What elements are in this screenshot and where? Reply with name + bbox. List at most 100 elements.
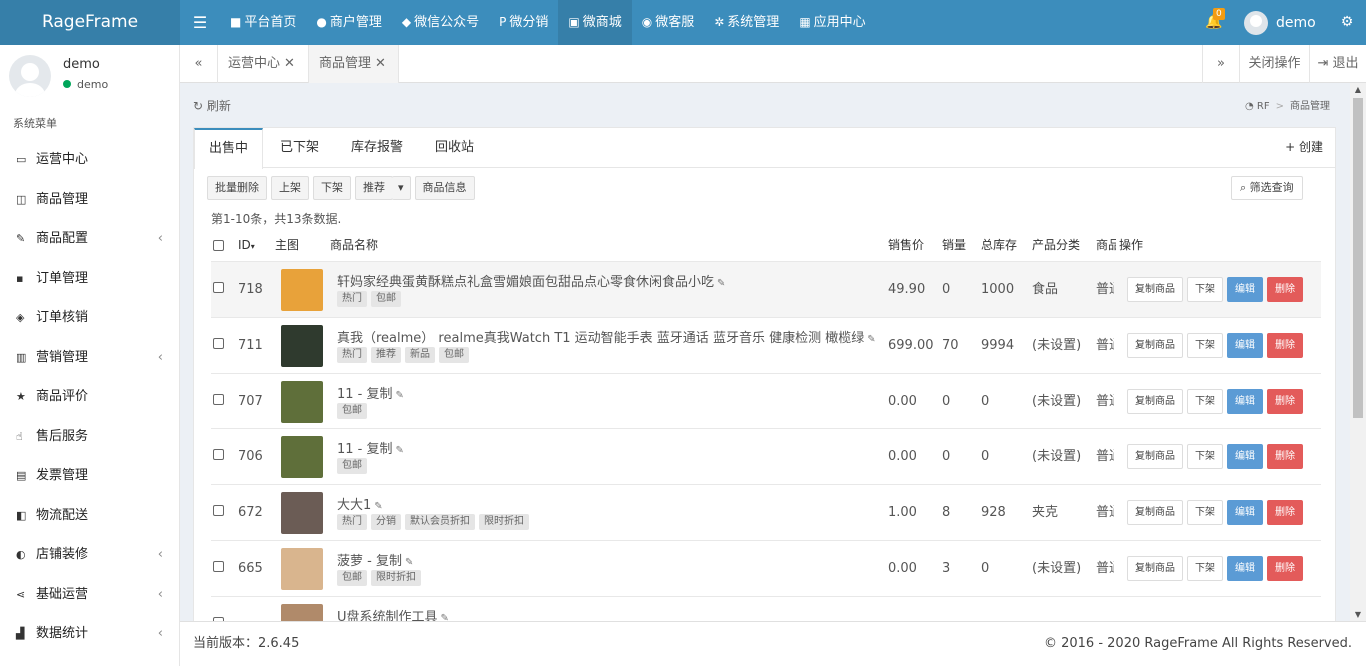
delete-button[interactable]: 删除: [1267, 555, 1303, 581]
breadcrumb-root[interactable]: RF: [1257, 101, 1270, 112]
edit-icon[interactable]: ✎: [396, 390, 404, 401]
edit-button[interactable]: 编辑: [1227, 277, 1263, 302]
scrollbar[interactable]: ▲ ▼: [1350, 83, 1366, 621]
create-button[interactable]: + 创建: [1285, 128, 1323, 166]
sidebar-item-4[interactable]: ◈ 订单核销: [0, 298, 179, 338]
row-checkbox[interactable]: [213, 318, 224, 373]
delete-button[interactable]: 删除: [1267, 444, 1303, 470]
select-all-checkbox[interactable]: [213, 240, 224, 253]
nav-item-3[interactable]: P 微分销: [489, 0, 558, 45]
bell-icon[interactable]: 🔔: [1200, 0, 1228, 45]
nav-item-5[interactable]: ◉ 微客服: [632, 0, 705, 45]
scroll-down-icon[interactable]: ▼: [1350, 610, 1366, 619]
close-icon[interactable]: ✕: [284, 56, 295, 71]
edit-button[interactable]: 编辑: [1227, 555, 1263, 581]
recommend-button[interactable]: 推荐: [355, 176, 393, 200]
scroll-up-icon[interactable]: ▲: [1350, 85, 1366, 94]
close-icon[interactable]: ✕: [375, 56, 386, 71]
nav-item-2[interactable]: ◆ 微信公众号: [392, 0, 489, 45]
take-off-shelf-button[interactable]: 下架: [1187, 444, 1223, 470]
product-name[interactable]: 轩妈家经典蛋黄酥糕点礼盒雪媚娘面包甜品点心零食休闲食品小吃 ✎: [337, 271, 725, 290]
recommend-dropdown-caret[interactable]: ▾: [392, 176, 411, 200]
product-name[interactable]: U盘系统制作工具 ✎: [337, 606, 449, 621]
sidebar-item-9[interactable]: ◧ 物流配送: [0, 496, 179, 536]
edit-button[interactable]: 编辑: [1227, 444, 1263, 470]
sidebar-item-10[interactable]: ◐ 店铺装修 ‹: [0, 535, 179, 575]
refresh-button[interactable]: ↻ 刷新: [193, 97, 231, 114]
copy-product-button[interactable]: 复制商品: [1127, 555, 1183, 581]
product-name[interactable]: 11 - 复制 ✎: [337, 383, 404, 402]
row-checkbox[interactable]: [213, 597, 224, 621]
nav-item-6[interactable]: ✲ 系统管理: [704, 0, 789, 45]
edit-button[interactable]: 编辑: [1227, 500, 1263, 526]
scrollbar-thumb[interactable]: [1353, 98, 1363, 418]
copy-product-button[interactable]: 复制商品: [1127, 388, 1183, 414]
batch-delete-button[interactable]: 批量删除: [207, 176, 267, 200]
column-stock[interactable]: 总库存: [981, 231, 1017, 259]
sidebar-item-2[interactable]: ✎ 商品配置 ‹: [0, 219, 179, 259]
row-checkbox[interactable]: [213, 429, 224, 484]
product-name[interactable]: 大大1 ✎: [337, 494, 383, 513]
edit-icon[interactable]: ✎: [717, 278, 725, 289]
product-name[interactable]: 11 - 复制 ✎: [337, 438, 404, 457]
edit-button[interactable]: 编辑: [1227, 388, 1263, 414]
logout-button[interactable]: ⇥ 退出: [1310, 45, 1366, 83]
delete-button[interactable]: 删除: [1267, 332, 1303, 358]
column-sales[interactable]: 销量: [942, 231, 966, 259]
put-on-shelf-button[interactable]: 上架: [271, 176, 309, 200]
sidebar-item-1[interactable]: ◫ 商品管理: [0, 180, 179, 220]
take-off-shelf-button[interactable]: 下架: [1187, 555, 1223, 581]
edit-icon[interactable]: ✎: [374, 501, 382, 512]
delete-button[interactable]: 删除: [1267, 277, 1303, 302]
settings-gear-icon[interactable]: ⚙: [1336, 0, 1358, 45]
take-off-shelf-button[interactable]: 下架: [313, 176, 351, 200]
delete-button[interactable]: 删除: [1267, 388, 1303, 414]
tab-scroll-right-button[interactable]: »: [1202, 45, 1240, 83]
sidebar-item-12[interactable]: ▟ 数据统计 ‹: [0, 614, 179, 654]
filter-search-button[interactable]: ⌕ 筛选查询: [1231, 176, 1303, 200]
nav-item-7[interactable]: ▦ 应用中心: [789, 0, 875, 45]
sidebar-item-8[interactable]: ▤ 发票管理: [0, 456, 179, 496]
copy-product-button[interactable]: 复制商品: [1127, 500, 1183, 526]
column-price[interactable]: 销售价: [888, 231, 924, 259]
take-off-shelf-button[interactable]: 下架: [1187, 332, 1223, 358]
copy-product-button[interactable]: 复制商品: [1127, 277, 1183, 302]
edit-icon[interactable]: ✎: [441, 613, 449, 621]
delete-button[interactable]: 删除: [1267, 500, 1303, 526]
take-off-shelf-button[interactable]: 下架: [1187, 388, 1223, 414]
edit-button[interactable]: 编辑: [1227, 332, 1263, 358]
tab-on-sale[interactable]: 出售中: [194, 128, 264, 169]
edit-icon[interactable]: ✎: [867, 334, 875, 345]
row-checkbox[interactable]: [213, 541, 224, 596]
row-checkbox[interactable]: [213, 374, 224, 429]
sidebar-item-13[interactable]: ⚙基础设置: [0, 654, 179, 666]
tab-off-shelf[interactable]: 已下架: [266, 128, 333, 168]
row-checkbox[interactable]: [213, 262, 224, 317]
copy-product-button[interactable]: 复制商品: [1127, 444, 1183, 470]
close-operations-button[interactable]: 关闭操作: [1240, 45, 1310, 83]
tab-scroll-left-button[interactable]: «: [180, 45, 218, 83]
tab-recycle-bin[interactable]: 回收站: [421, 128, 488, 168]
tab-dashboard[interactable]: 运营中心 ✕: [218, 45, 309, 83]
sidebar-item-0[interactable]: ▭ 运营中心: [0, 140, 179, 180]
nav-item-1[interactable]: ● 商户管理: [306, 0, 392, 45]
tab-product-management[interactable]: 商品管理 ✕: [309, 45, 399, 83]
tab-stock-alert[interactable]: 库存报警: [337, 128, 417, 168]
sidebar-item-3[interactable]: ▪ 订单管理: [0, 259, 179, 299]
product-name[interactable]: 菠萝 - 复制 ✎: [337, 550, 413, 569]
row-checkbox[interactable]: [213, 485, 224, 540]
app-logo[interactable]: RageFrame: [0, 0, 180, 45]
nav-item-0[interactable]: ■ 平台首页: [220, 0, 306, 45]
nav-item-4[interactable]: ▣ 微商城: [558, 0, 632, 45]
take-off-shelf-button[interactable]: 下架: [1187, 277, 1223, 302]
sidebar-item-7[interactable]: ☝ 售后服务: [0, 417, 179, 457]
menu-toggle-icon[interactable]: ☰: [188, 0, 212, 45]
sidebar-item-11[interactable]: ⋖ 基础运营 ‹: [0, 575, 179, 615]
product-info-button[interactable]: 商品信息: [414, 176, 475, 200]
copy-product-button[interactable]: 复制商品: [1127, 332, 1183, 358]
take-off-shelf-button[interactable]: 下架: [1187, 500, 1223, 526]
edit-icon[interactable]: ✎: [396, 445, 404, 456]
column-id[interactable]: ID▾: [238, 231, 255, 261]
sidebar-item-5[interactable]: ▥ 营销管理 ‹: [0, 338, 179, 378]
product-name[interactable]: 真我（realme） realme真我Watch T1 运动智能手表 蓝牙通话 …: [337, 327, 876, 346]
